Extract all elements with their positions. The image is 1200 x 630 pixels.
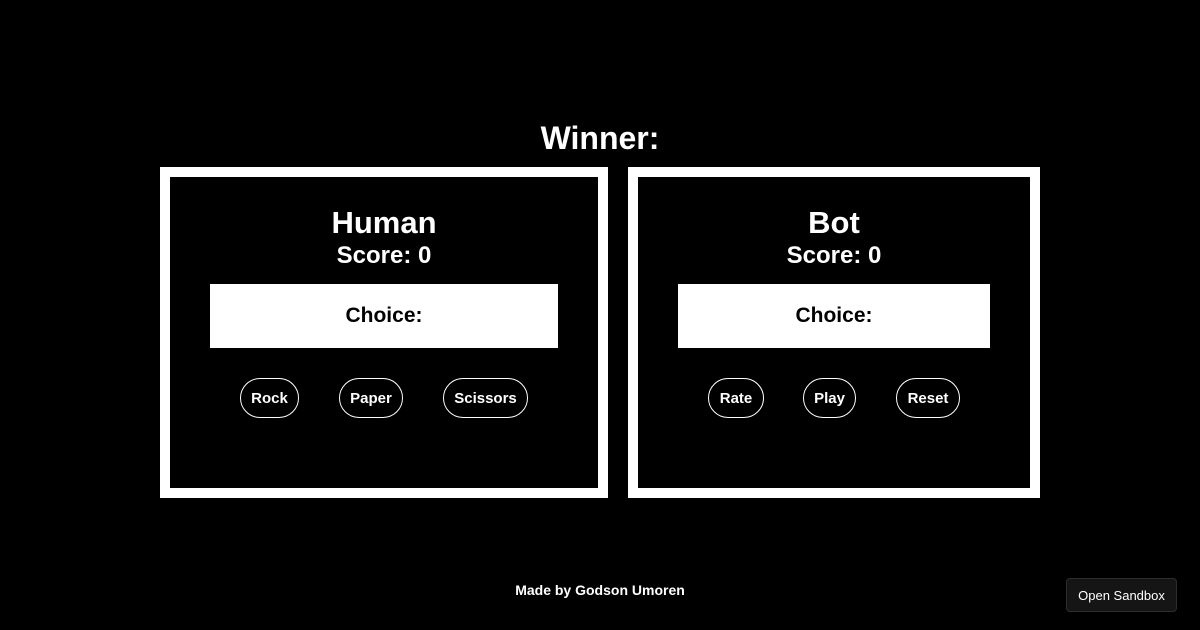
game-page: Winner: Human Score: 0 Choice: Rock Pape… <box>0 0 1200 630</box>
rock-button[interactable]: Rock <box>240 378 299 418</box>
bot-score: Score: 0 <box>786 242 882 269</box>
bot-choice-box: Choice: <box>678 284 990 348</box>
paper-button[interactable]: Paper <box>339 378 403 418</box>
human-choice-box: Choice: <box>210 284 558 348</box>
play-button[interactable]: Play <box>803 378 856 418</box>
bot-button-row: Rate Play Reset <box>638 378 1030 418</box>
human-panel: Human Score: 0 Choice: Rock Paper Scisso… <box>160 167 608 498</box>
human-name: Human <box>331 205 437 240</box>
reset-button[interactable]: Reset <box>896 378 960 418</box>
human-button-row: Rock Paper Scissors <box>170 378 598 418</box>
winner-heading: Winner: <box>540 120 660 156</box>
human-choice-label: Choice: <box>345 304 423 327</box>
bot-panel: Bot Score: 0 Choice: Rate Play Reset <box>628 167 1040 498</box>
bot-choice-label: Choice: <box>795 304 873 327</box>
footer-credit: Made by Godson Umoren <box>515 582 685 598</box>
scissors-button[interactable]: Scissors <box>443 378 528 418</box>
open-sandbox-button[interactable]: Open Sandbox <box>1066 578 1177 612</box>
rate-button[interactable]: Rate <box>708 378 764 418</box>
human-score: Score: 0 <box>336 242 432 269</box>
bot-name: Bot <box>808 205 860 240</box>
